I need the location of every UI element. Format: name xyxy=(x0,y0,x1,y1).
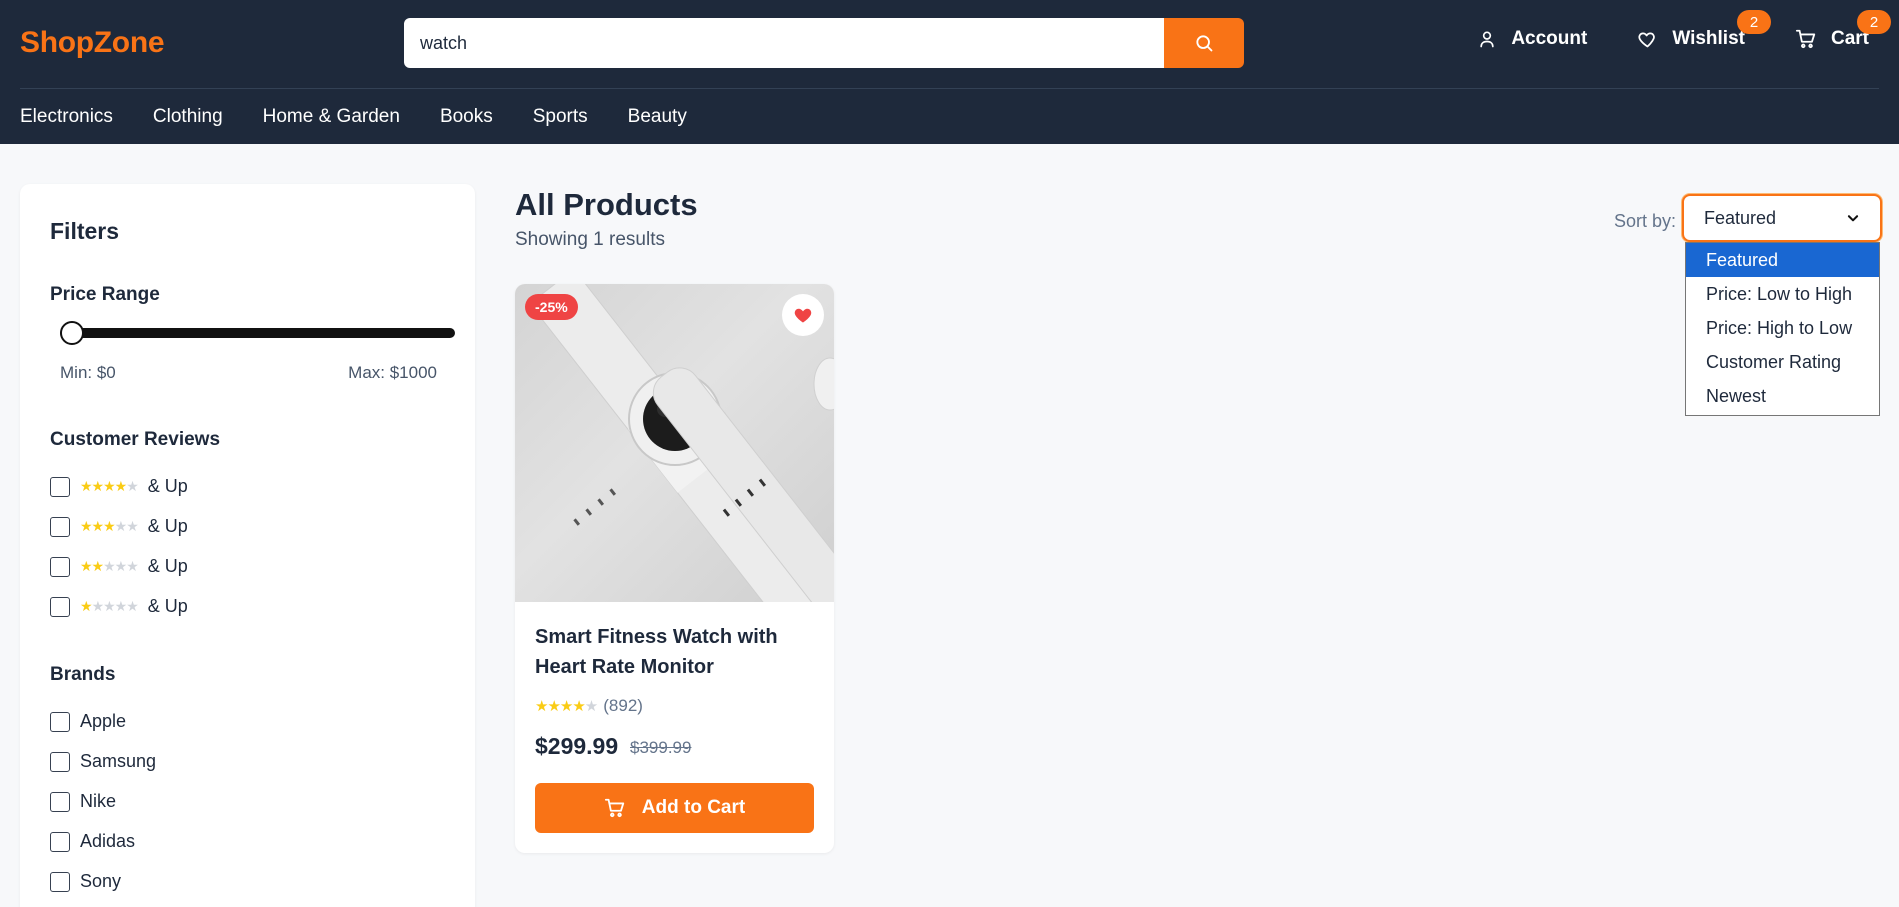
brand-checkbox[interactable] xyxy=(50,711,70,732)
sort-option-price-high-low[interactable]: Price: High to Low xyxy=(1686,311,1879,345)
search-bar xyxy=(404,18,1244,68)
star-rating-icon: ★★★★★ xyxy=(80,478,139,494)
review-count: (892) xyxy=(603,696,643,715)
customer-reviews-title: Customer Reviews xyxy=(50,429,221,450)
product-price: $299.99 xyxy=(535,733,619,759)
watch-image-illustration xyxy=(534,284,834,602)
wishlist-button[interactable]: Wishlist 2 xyxy=(1637,10,1771,50)
add-to-wishlist-button[interactable] xyxy=(782,294,824,336)
product-name[interactable]: Smart Fitness Watch with Heart Rate Moni… xyxy=(535,622,815,682)
wishlist-count-badge: 2 xyxy=(1736,10,1771,34)
add-to-cart-label: Add to Cart xyxy=(641,797,746,818)
cart-count-badge: 2 xyxy=(1857,10,1891,34)
category-nav: Electronics Clothing Home & Garden Books… xyxy=(20,106,687,128)
star-rating-icon: ★★★★★ xyxy=(80,558,139,574)
brands-title: Brands xyxy=(50,664,116,685)
sort-select[interactable]: Featured xyxy=(1682,194,1882,242)
brand-filter-sony[interactable]: Sony xyxy=(50,871,121,892)
search-icon xyxy=(1196,35,1213,52)
page-title: All Products xyxy=(515,187,698,222)
sort-selected-value: Featured xyxy=(1704,207,1777,228)
nav-item-electronics[interactable]: Electronics xyxy=(20,106,113,128)
heart-filled-icon xyxy=(794,308,812,323)
brand-label: Nike xyxy=(80,791,117,811)
product-original-price: $399.99 xyxy=(630,738,692,757)
header-divider xyxy=(20,88,1879,89)
search-input[interactable] xyxy=(404,18,1164,68)
account-button[interactable]: Account xyxy=(1477,28,1587,50)
nav-item-home-garden[interactable]: Home & Garden xyxy=(263,106,400,128)
sort-option-customer-rating[interactable]: Customer Rating xyxy=(1686,345,1879,379)
discount-badge: -25% xyxy=(525,294,578,320)
brand-checkbox[interactable] xyxy=(50,751,70,772)
review-filter-label: & Up xyxy=(147,516,188,536)
review-filter-1-star[interactable]: ★★★★★ & Up xyxy=(50,596,188,617)
nav-item-beauty[interactable]: Beauty xyxy=(628,106,687,128)
filters-sidebar: Filters Price Range Min: $0 Max: $1000 C… xyxy=(20,184,475,907)
sort-option-featured[interactable]: Featured xyxy=(1686,243,1879,277)
review-filter-4-stars[interactable]: ★★★★★ & Up xyxy=(50,476,188,497)
price-max-label: Max: $1000 xyxy=(348,363,437,382)
review-3-checkbox[interactable] xyxy=(50,516,70,537)
sort-option-newest[interactable]: Newest xyxy=(1686,379,1879,413)
product-rating: ★★★★★ (892) xyxy=(535,696,643,716)
brand-checkbox[interactable] xyxy=(50,831,70,852)
star-rating-icon: ★★★★★ xyxy=(80,598,139,614)
cart-icon xyxy=(604,798,624,818)
brand-filter-apple[interactable]: Apple xyxy=(50,711,126,732)
user-icon xyxy=(1480,31,1494,48)
product-card[interactable]: -25% Smart Fitness Watch with Heart Rate… xyxy=(515,284,834,853)
review-filter-label: & Up xyxy=(147,596,188,616)
star-rating-icon: ★★★★★ xyxy=(535,698,598,715)
review-filter-3-stars[interactable]: ★★★★★ & Up xyxy=(50,516,188,537)
site-header: ShopZone Account Wishlist 2 Cart 2 Elect… xyxy=(0,0,1899,144)
site-logo[interactable]: ShopZone xyxy=(20,26,165,60)
review-1-checkbox[interactable] xyxy=(50,596,70,617)
brand-filter-adidas[interactable]: Adidas xyxy=(50,831,135,852)
review-filter-label: & Up xyxy=(147,556,188,576)
wishlist-label: Wishlist xyxy=(1672,28,1745,49)
nav-item-sports[interactable]: Sports xyxy=(533,106,588,128)
add-to-cart-button[interactable]: Add to Cart xyxy=(535,783,814,833)
cart-button[interactable]: Cart 2 xyxy=(1795,10,1891,50)
cart-icon xyxy=(1795,29,1816,49)
price-range-title: Price Range xyxy=(50,284,160,305)
price-slider-track[interactable] xyxy=(60,328,455,338)
review-filter-label: & Up xyxy=(147,476,188,496)
price-slider-thumb[interactable] xyxy=(60,321,84,345)
chevron-down-icon xyxy=(1847,215,1859,222)
star-rating-icon: ★★★★★ xyxy=(80,518,139,534)
brand-label: Apple xyxy=(80,711,127,731)
brand-label: Sony xyxy=(80,871,122,891)
sort-option-price-low-high[interactable]: Price: Low to High xyxy=(1686,277,1879,311)
nav-item-clothing[interactable]: Clothing xyxy=(153,106,223,128)
brand-filter-samsung[interactable]: Samsung xyxy=(50,751,156,772)
results-count: Showing 1 results xyxy=(515,229,665,250)
brand-checkbox[interactable] xyxy=(50,791,70,812)
sort-label: Sort by: xyxy=(1614,211,1677,231)
brand-checkbox[interactable] xyxy=(50,871,70,892)
header-actions: Account Wishlist 2 Cart 2 xyxy=(1477,10,1891,50)
product-image[interactable]: -25% xyxy=(515,284,834,602)
brand-filter-nike[interactable]: Nike xyxy=(50,791,116,812)
account-label: Account xyxy=(1511,28,1588,49)
review-4-checkbox[interactable] xyxy=(50,476,70,497)
nav-item-books[interactable]: Books xyxy=(440,106,493,128)
search-button[interactable] xyxy=(1164,18,1244,68)
review-2-checkbox[interactable] xyxy=(50,556,70,577)
filters-title: Filters xyxy=(50,218,120,244)
sort-dropdown: Featured Price: Low to High Price: High … xyxy=(1685,242,1880,416)
price-min-label: Min: $0 xyxy=(60,363,116,382)
review-filter-2-stars[interactable]: ★★★★★ & Up xyxy=(50,556,188,577)
brand-label: Samsung xyxy=(80,751,157,771)
heart-icon xyxy=(1638,32,1656,47)
brand-label: Adidas xyxy=(80,831,136,851)
